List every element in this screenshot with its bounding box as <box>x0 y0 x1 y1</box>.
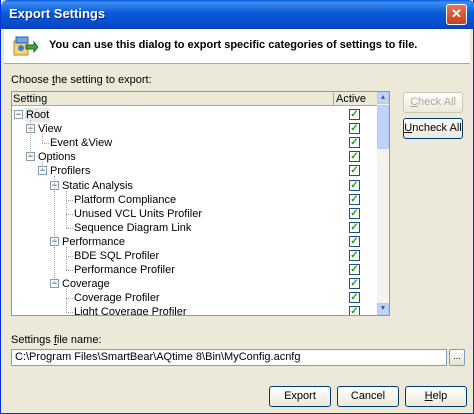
tree-connector <box>66 289 67 313</box>
active-checkbox[interactable]: ✓ <box>349 179 360 191</box>
uncheck-all-button[interactable]: Uncheck All <box>403 118 463 139</box>
active-checkbox[interactable]: ✓ <box>349 221 360 233</box>
tree-item-label[interactable]: Static Analysis <box>61 179 134 193</box>
browse-button[interactable]: ... <box>449 349 465 366</box>
tree-scrollbar[interactable]: ▲ ▼ <box>377 92 389 315</box>
column-divider[interactable] <box>333 93 334 105</box>
tree-item-label[interactable]: Performance Profiler <box>73 263 176 277</box>
active-checkbox[interactable]: ✓ <box>349 264 360 276</box>
file-name-input[interactable]: C:\Program Files\SmartBear\AQtime 8\Bin\… <box>11 349 447 366</box>
tree-label: Choose the setting to export: <box>11 74 152 86</box>
active-checkbox[interactable]: ✓ <box>349 250 360 261</box>
column-setting[interactable]: Setting <box>13 93 47 105</box>
tree-row[interactable]: − Root ✓ <box>12 108 377 122</box>
export-settings-icon <box>13 36 38 56</box>
active-checkbox[interactable]: ✓ <box>349 235 360 247</box>
active-checkbox[interactable]: ✓ <box>349 165 360 177</box>
tree-item-label[interactable]: Root <box>25 108 51 122</box>
tree-connector <box>42 143 49 145</box>
cancel-button[interactable]: Cancel <box>337 386 399 407</box>
tree-connector <box>66 246 67 271</box>
window-title: Export Settings <box>9 6 106 21</box>
export-settings-dialog: Export Settings ✕ You can use this dialo… <box>0 0 474 414</box>
settings-tree[interactable]: Setting Active − Root ✓ − View ✓ Event &View ✓ −… <box>11 91 390 316</box>
active-checkbox[interactable]: ✓ <box>349 306 360 315</box>
tree-row[interactable]: − Options ✓ <box>12 150 377 164</box>
header-description: You can use this dialog to export specif… <box>49 39 418 51</box>
tree-column-header: Setting Active <box>12 92 377 106</box>
scroll-thumb[interactable] <box>377 105 389 149</box>
tree-item-label[interactable]: View <box>37 122 63 136</box>
tree-connector <box>66 227 73 229</box>
column-active[interactable]: Active <box>336 93 366 105</box>
active-checkbox[interactable]: ✓ <box>349 137 360 149</box>
scroll-down-button[interactable]: ▼ <box>377 303 389 315</box>
dialog-header: You can use this dialog to export specif… <box>4 29 470 64</box>
check-all-button[interactable]: Check All <box>403 92 463 113</box>
file-name-label: Settings file name: <box>11 334 102 346</box>
tree-connector <box>66 312 73 314</box>
tree-connector <box>54 176 55 285</box>
active-checkbox[interactable]: ✓ <box>349 193 360 205</box>
tree-connector <box>66 298 73 300</box>
tree-row[interactable]: − Profilers ✓ <box>12 164 377 178</box>
tree-connector <box>66 256 73 257</box>
active-checkbox[interactable]: ✓ <box>349 123 360 135</box>
tree-connector <box>66 213 73 215</box>
help-button[interactable]: Help <box>405 386 467 407</box>
tree-connector <box>42 134 43 144</box>
tree-item-label[interactable]: Platform Compliance <box>73 193 177 207</box>
tree-item-label[interactable]: Unused VCL Units Profiler <box>73 207 203 221</box>
scroll-up-button[interactable]: ▲ <box>377 92 389 104</box>
tree-item-label[interactable]: Profilers <box>49 164 91 178</box>
tree-connector <box>66 270 73 272</box>
tree-item-label[interactable]: Coverage Profiler <box>73 291 161 305</box>
tree-connector <box>66 199 73 201</box>
tree-row[interactable]: − View ✓ <box>12 122 377 136</box>
tree-item-label[interactable]: Light Coverage Profiler <box>73 305 188 315</box>
active-checkbox[interactable]: ✓ <box>349 278 360 290</box>
tree-item-label[interactable]: Sequence Diagram Link <box>73 221 192 235</box>
tree-item-label[interactable]: BDE SQL Profiler <box>73 249 160 263</box>
title-bar[interactable]: Export Settings ✕ <box>1 0 474 29</box>
close-button[interactable]: ✕ <box>446 4 467 25</box>
tree-connector <box>42 162 43 172</box>
tree-connector <box>66 190 67 228</box>
export-button[interactable]: Export <box>269 386 331 407</box>
collapse-toggle-icon[interactable]: − <box>14 110 23 119</box>
tree-item-label[interactable]: Performance <box>61 235 126 249</box>
active-checkbox[interactable]: ✓ <box>349 151 360 163</box>
active-checkbox[interactable]: ✓ <box>349 292 360 304</box>
tree-row[interactable]: Event &View ✓ <box>12 136 377 150</box>
tree-connector <box>30 120 31 158</box>
active-checkbox[interactable]: ✓ <box>349 109 360 120</box>
tree-item-label[interactable]: Event &View <box>49 136 113 150</box>
active-checkbox[interactable]: ✓ <box>349 207 360 219</box>
tree-item-label[interactable]: Coverage <box>61 277 111 291</box>
